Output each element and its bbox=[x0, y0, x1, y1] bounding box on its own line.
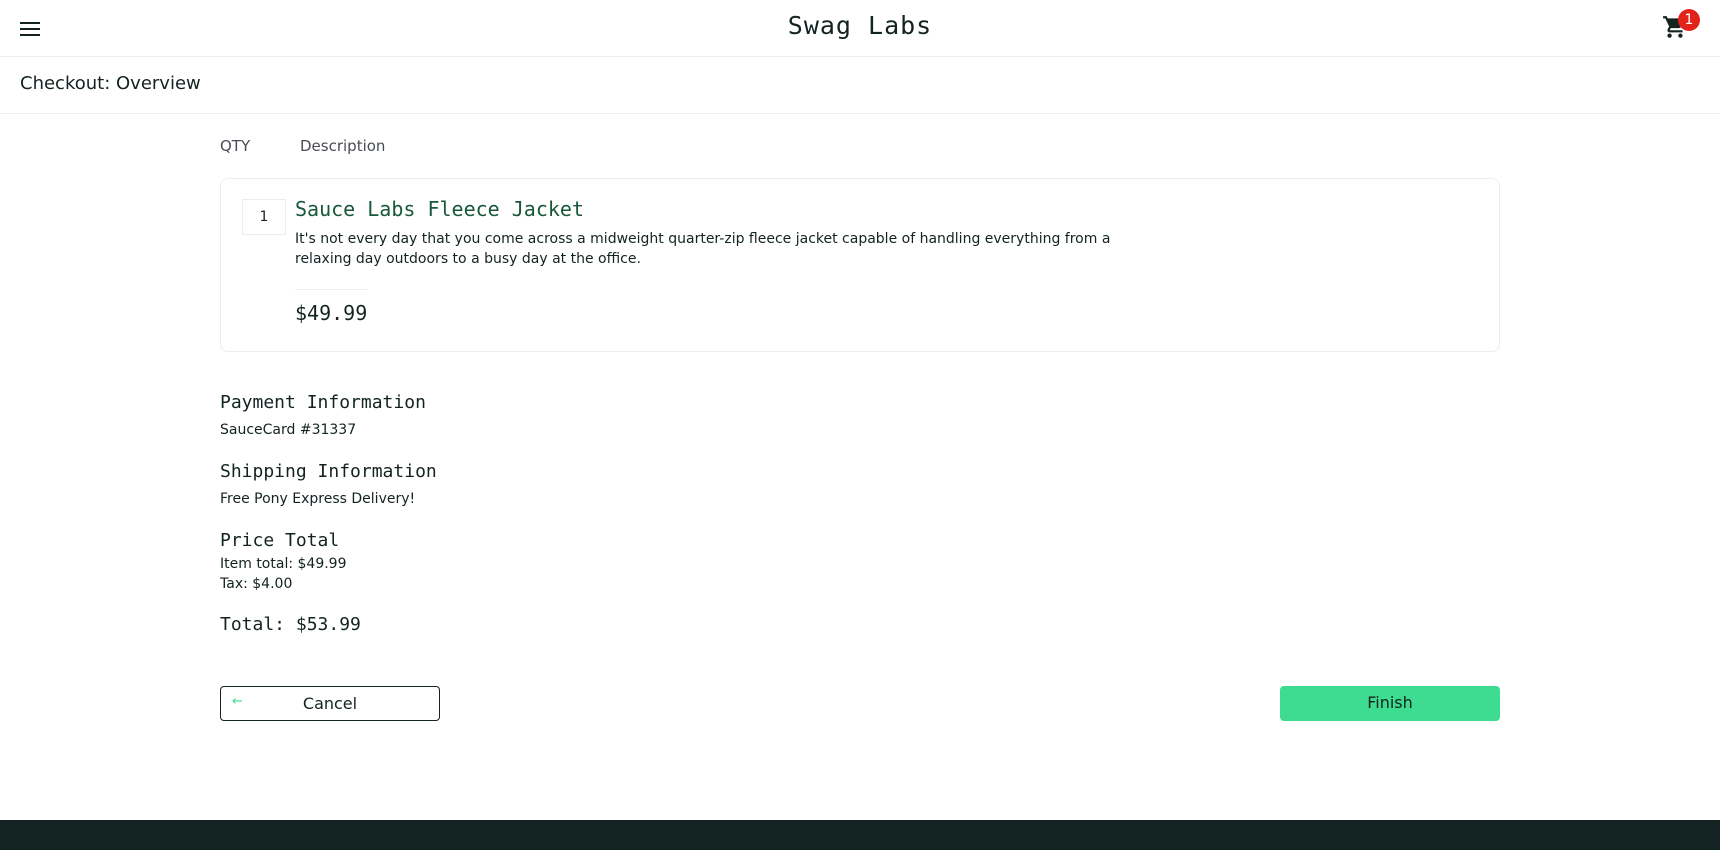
item-divider bbox=[295, 289, 367, 290]
secondary-header: Checkout: Overview bbox=[0, 57, 1720, 114]
shipping-info-value: Free Pony Express Delivery! bbox=[220, 491, 416, 507]
item-description: It's not every day that you come across … bbox=[295, 231, 1111, 267]
cancel-button[interactable]: ← Cancel bbox=[220, 686, 440, 721]
app-logo: Swag Labs bbox=[787, 11, 933, 40]
cart-item: 1 Sauce Labs Fleece Jacket It's not ever… bbox=[220, 178, 1500, 352]
finish-button-label: Finish bbox=[1367, 693, 1413, 712]
item-name-link[interactable]: Sauce Labs Fleece Jacket bbox=[295, 197, 584, 221]
page-title: Checkout: Overview bbox=[20, 73, 201, 94]
item-quantity: 1 bbox=[242, 199, 286, 235]
tax-value: Tax: $4.00 bbox=[220, 576, 293, 592]
hamburger-menu-icon[interactable] bbox=[18, 18, 42, 40]
qty-column-label: QTY bbox=[220, 137, 251, 155]
item-total: Item total: $49.99 bbox=[220, 556, 347, 572]
footer bbox=[0, 820, 1720, 850]
shipping-info-label: Shipping Information bbox=[220, 461, 437, 482]
cancel-button-label: Cancel bbox=[302, 694, 358, 713]
description-column-label: Description bbox=[300, 137, 386, 155]
item-price: $49.99 bbox=[295, 301, 368, 325]
total-value: Total: $53.99 bbox=[220, 614, 361, 635]
payment-info-value: SauceCard #31337 bbox=[220, 422, 357, 438]
payment-info-label: Payment Information bbox=[220, 392, 426, 413]
price-total-label: Price Total bbox=[220, 530, 340, 551]
cart-badge[interactable]: 1 bbox=[1678, 9, 1700, 31]
primary-header: Swag Labs 1 bbox=[0, 0, 1720, 57]
finish-button[interactable]: Finish bbox=[1280, 686, 1500, 721]
